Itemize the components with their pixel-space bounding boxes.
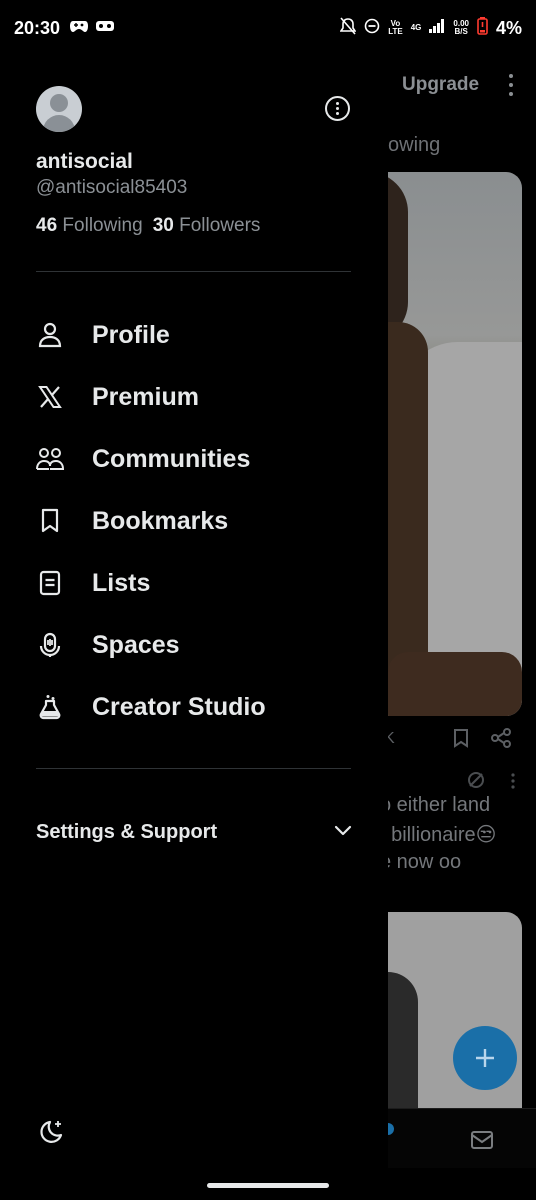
drawer-menu: Profile Premium Communities Bookmarks Li… — [36, 304, 356, 738]
upgrade-button[interactable]: Upgrade — [402, 74, 479, 96]
navigation-drawer: antisocial @antisocial85403 46 Following… — [0, 0, 388, 1200]
menu-item-creator-studio[interactable]: Creator Studio — [36, 676, 356, 738]
menu-item-label: Bookmarks — [92, 506, 229, 535]
menu-item-spaces[interactable]: Spaces — [36, 614, 356, 676]
net-speed: 0.00 B/S — [453, 19, 469, 36]
share-action-icon[interactable] — [490, 728, 512, 753]
x-logo-icon — [36, 383, 64, 411]
user-handle: @antisocial85403 — [36, 177, 188, 198]
divider — [36, 271, 351, 272]
home-indicator[interactable] — [207, 1183, 329, 1188]
battery-icon — [477, 16, 488, 40]
dnd-icon — [364, 18, 380, 39]
menu-item-label: Communities — [92, 444, 251, 473]
divider — [36, 768, 351, 769]
bookmark-icon — [36, 507, 64, 535]
battery-percent: 4% — [495, 17, 522, 38]
gamepad-icon — [70, 19, 89, 38]
signal-icon — [429, 18, 445, 38]
tweet-media-image[interactable] — [388, 172, 522, 716]
vr-icon — [96, 19, 115, 37]
tweet-more-icon[interactable] — [510, 772, 516, 795]
person-icon — [36, 321, 64, 349]
spaces-icon — [36, 631, 64, 659]
menu-item-premium[interactable]: Premium — [36, 366, 356, 428]
tweet-text-line: t billionaire😒 — [380, 824, 497, 846]
flask-icon — [36, 693, 64, 721]
list-icon — [36, 569, 64, 597]
menu-item-label: Creator Studio — [92, 692, 266, 721]
settings-support-toggle[interactable]: Settings & Support — [36, 816, 352, 848]
menu-item-label: Spaces — [92, 630, 180, 659]
status-bar: 20:30 Vo LTE 4G 0.00 B/S 4% — [0, 0, 536, 56]
chevron-down-icon — [334, 823, 352, 841]
display-mode-icon[interactable] — [36, 1118, 66, 1148]
volte-indicator: Vo LTE — [388, 19, 403, 36]
network-indicator: 4G — [410, 23, 422, 32]
settings-support-label: Settings & Support — [36, 820, 218, 843]
menu-item-label: Premium — [92, 382, 199, 411]
display-name[interactable]: antisocial — [36, 150, 133, 174]
menu-item-label: Profile — [92, 320, 170, 349]
tweet-text-line: o either land — [380, 794, 491, 816]
tab-following[interactable]: owing — [388, 134, 440, 157]
plus-icon — [476, 1049, 494, 1067]
compose-button[interactable] — [453, 1026, 517, 1090]
menu-item-bookmarks[interactable]: Bookmarks — [36, 490, 356, 552]
menu-item-communities[interactable]: Communities — [36, 428, 356, 490]
tweet-text-line: e now oo — [380, 851, 462, 873]
following-link[interactable]: 46 Following — [36, 215, 143, 237]
more-options-icon[interactable] — [504, 74, 518, 100]
messages-icon[interactable] — [470, 1129, 494, 1156]
followers-link[interactable]: 30 Followers — [153, 215, 261, 237]
menu-item-label: Lists — [92, 568, 151, 597]
menu-item-profile[interactable]: Profile — [36, 304, 356, 366]
menu-item-lists[interactable]: Lists — [36, 552, 356, 614]
status-time: 20:30 — [14, 17, 61, 38]
avatar[interactable] — [36, 86, 82, 132]
bottom-nav — [382, 1108, 536, 1168]
follow-stats: 46 Following 30 Followers — [36, 215, 260, 237]
communities-icon — [36, 445, 64, 473]
mute-icon — [339, 16, 357, 40]
grok-icon[interactable] — [466, 770, 486, 795]
account-options-icon[interactable] — [325, 96, 350, 121]
bookmark-action-icon[interactable] — [452, 728, 470, 753]
